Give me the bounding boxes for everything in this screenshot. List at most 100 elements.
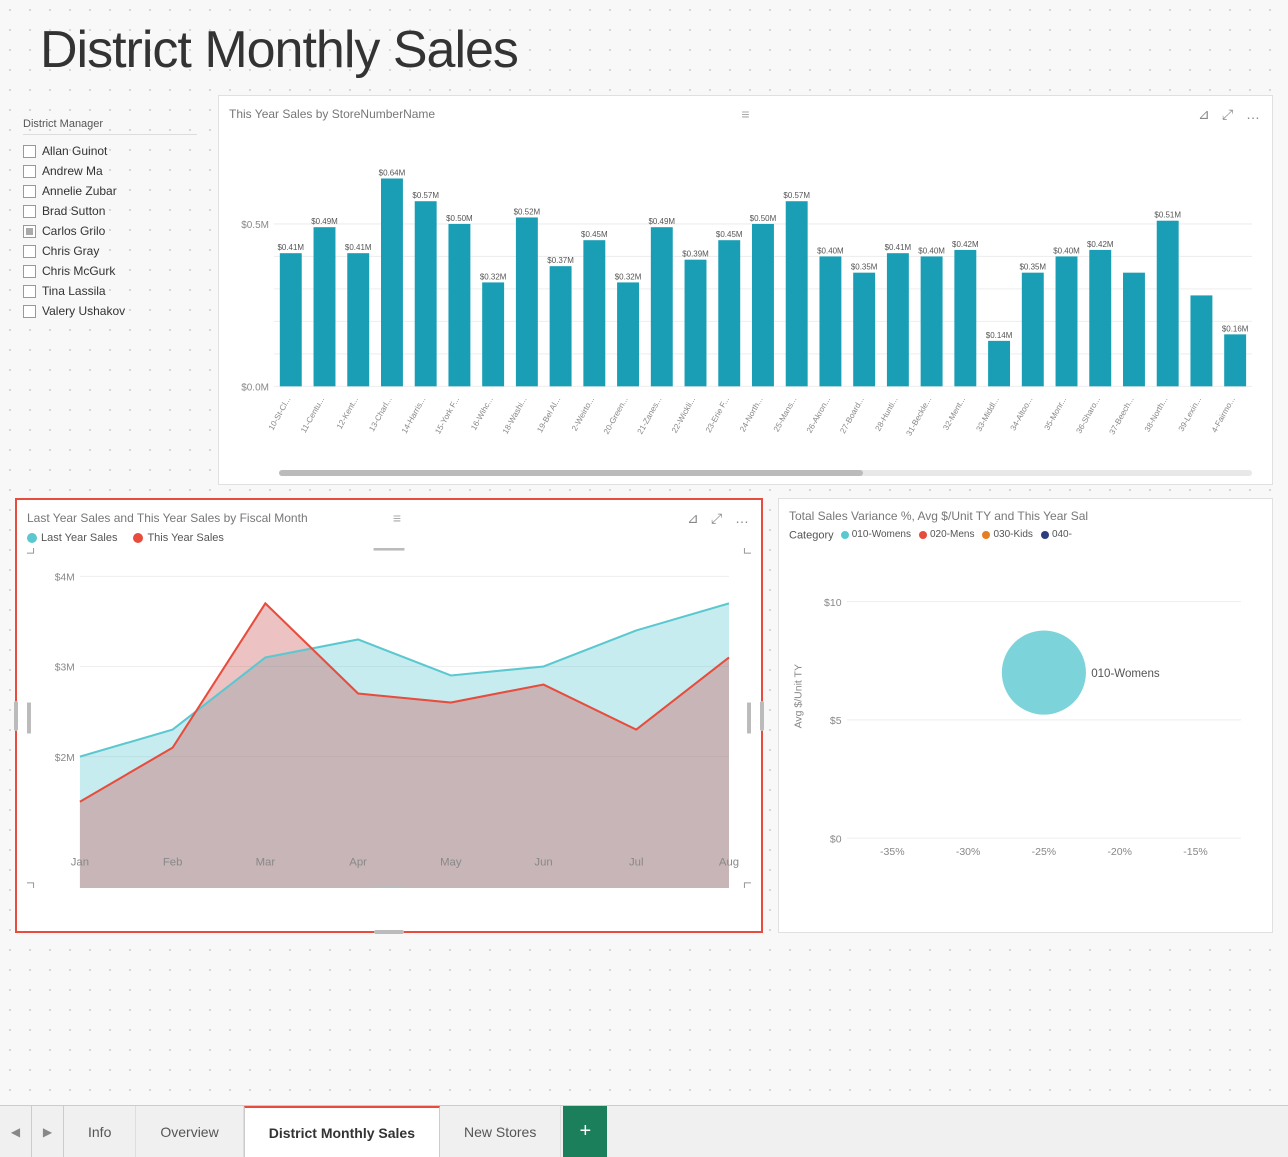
- bar-rect[interactable]: [448, 224, 470, 386]
- bar-rect[interactable]: [954, 250, 976, 386]
- bar-chart-scrollbar[interactable]: [279, 470, 1252, 476]
- slicer-item[interactable]: Annelie Zubar: [23, 181, 197, 201]
- bar-rect[interactable]: [685, 260, 707, 387]
- slicer-checkbox[interactable]: [23, 145, 36, 158]
- slicer-checkbox[interactable]: [23, 265, 36, 278]
- bar-rect[interactable]: [921, 256, 943, 386]
- line-x-label: Apr: [349, 856, 367, 868]
- bar-rect[interactable]: [819, 256, 841, 386]
- bar-value-label: $0.45M: [716, 230, 743, 239]
- slicer-item-label: Chris Gray: [42, 244, 99, 258]
- tab-district-monthly-sales[interactable]: District Monthly Sales: [244, 1106, 440, 1157]
- bar-rect[interactable]: [1123, 273, 1145, 387]
- line-chart-resize-right[interactable]: [760, 701, 764, 731]
- expand-icon[interactable]: ⤢: [1222, 106, 1238, 122]
- bar-value-label: $0.37M: [547, 256, 574, 265]
- svg-text:Avg $/Unit TY: Avg $/Unit TY: [793, 664, 805, 728]
- bar-value-label: $0.57M: [783, 191, 810, 200]
- resize-mid-handle[interactable]: [747, 703, 751, 734]
- bar-rect[interactable]: [280, 253, 302, 386]
- bar-chart-header: ≡ This Year Sales by StoreNumberName ⊿ ⤢…: [229, 106, 1262, 122]
- bar-rect[interactable]: [314, 227, 336, 386]
- bar-rect[interactable]: [1224, 334, 1246, 386]
- line-more-icon[interactable]: …: [735, 510, 751, 526]
- bar-rect[interactable]: [786, 201, 808, 386]
- resize-corner[interactable]: [27, 883, 34, 888]
- slicer-item[interactable]: Carlos Grilo: [23, 221, 197, 241]
- bar-chart-icons: ⊿ ⤢ …: [1198, 106, 1262, 122]
- bar-rect[interactable]: [583, 240, 605, 386]
- tab-overview[interactable]: Overview: [136, 1106, 243, 1157]
- slicer-item[interactable]: Allan Guinot: [23, 141, 197, 161]
- tab-nav-left[interactable]: ◀: [0, 1106, 32, 1157]
- bar-rect[interactable]: [1089, 250, 1111, 386]
- slicer-item-label: Annelie Zubar: [42, 184, 117, 198]
- slicer-item[interactable]: Tina Lassila: [23, 281, 197, 301]
- resize-mid-handle[interactable]: [27, 703, 31, 734]
- drag-handle-line: ≡: [393, 510, 401, 526]
- bar-rect[interactable]: [381, 178, 403, 386]
- filter-icon[interactable]: ⊿: [1198, 106, 1214, 122]
- tab-new-stores[interactable]: New Stores: [440, 1106, 561, 1157]
- resize-mid-handle[interactable]: [374, 548, 405, 551]
- bar-x-label: 25-Mans...: [772, 395, 798, 433]
- bar-rect[interactable]: [853, 273, 875, 387]
- bar-value-label: $0.35M: [851, 262, 878, 271]
- resize-mid-handle[interactable]: [374, 885, 405, 888]
- bar-rect[interactable]: [482, 282, 504, 386]
- svg-text:$0.0M: $0.0M: [241, 382, 269, 393]
- line-chart-resize-left[interactable]: [14, 701, 18, 731]
- slicer-checkbox[interactable]: [23, 165, 36, 178]
- slicer-title: District Manager: [23, 118, 197, 135]
- slicer-checkbox[interactable]: [23, 205, 36, 218]
- bar-rect[interactable]: [415, 201, 437, 386]
- line-chart-icons: ⊿ ⤢ …: [687, 510, 751, 526]
- line-filter-icon[interactable]: ⊿: [687, 510, 703, 526]
- bar-value-label: $0.40M: [1053, 246, 1080, 255]
- scatter-legend: 010-Womens020-Mens030-Kids040-: [841, 529, 1072, 540]
- slicer-item[interactable]: Chris Gray: [23, 241, 197, 261]
- bar-rect[interactable]: [516, 217, 538, 386]
- tab-info[interactable]: Info: [64, 1106, 136, 1157]
- slicer-item[interactable]: Valery Ushakov: [23, 301, 197, 321]
- bar-rect[interactable]: [347, 253, 369, 386]
- slicer-item[interactable]: Brad Sutton: [23, 201, 197, 221]
- tab-nav-right[interactable]: ▶: [32, 1106, 64, 1157]
- resize-corner[interactable]: [27, 548, 34, 553]
- bar-x-label: 13-Charl...: [367, 395, 393, 433]
- bar-value-label: $0.51M: [1154, 210, 1181, 219]
- line-chart-resize-bottom[interactable]: [374, 930, 404, 934]
- bar-x-label: 33-Middl...: [975, 395, 1001, 433]
- scatter-bubble[interactable]: [1002, 630, 1086, 714]
- tab-add-button[interactable]: +: [563, 1106, 607, 1157]
- bar-rect[interactable]: [1190, 295, 1212, 386]
- bar-rect[interactable]: [617, 282, 639, 386]
- slicer-checkbox[interactable]: [23, 285, 36, 298]
- resize-corner[interactable]: [744, 548, 751, 553]
- more-icon[interactable]: …: [1246, 106, 1262, 122]
- slicer-item[interactable]: Andrew Ma: [23, 161, 197, 181]
- bar-rect[interactable]: [718, 240, 740, 386]
- bar-rect[interactable]: [1056, 256, 1078, 386]
- main-container: District Monthly Sales District Manager …: [0, 0, 1288, 1157]
- bar-rect[interactable]: [651, 227, 673, 386]
- bar-rect[interactable]: [887, 253, 909, 386]
- bar-rect[interactable]: [550, 266, 572, 386]
- bar-chart-scrollbar-thumb[interactable]: [279, 470, 863, 476]
- bar-rect[interactable]: [752, 224, 774, 386]
- line-x-label: Jun: [534, 856, 552, 868]
- scatter-svg: Avg $/Unit TY$0$5$10-35%-30%-25%-20%-15%…: [789, 542, 1262, 882]
- slicer-checkbox[interactable]: [23, 185, 36, 198]
- slicer-checkbox[interactable]: [23, 305, 36, 318]
- bar-x-label: 32-Ment...: [941, 395, 967, 432]
- line-expand-icon[interactable]: ⤢: [711, 510, 727, 526]
- bar-rect[interactable]: [1022, 273, 1044, 387]
- bar-rect[interactable]: [988, 341, 1010, 386]
- resize-corner[interactable]: [744, 883, 751, 888]
- bar-rect[interactable]: [1157, 221, 1179, 387]
- slicer-checkbox[interactable]: [23, 225, 36, 238]
- slicer-item[interactable]: Chris McGurk: [23, 261, 197, 281]
- bar-value-label: $0.40M: [918, 246, 945, 255]
- bar-value-label: $0.50M: [446, 214, 473, 223]
- slicer-checkbox[interactable]: [23, 245, 36, 258]
